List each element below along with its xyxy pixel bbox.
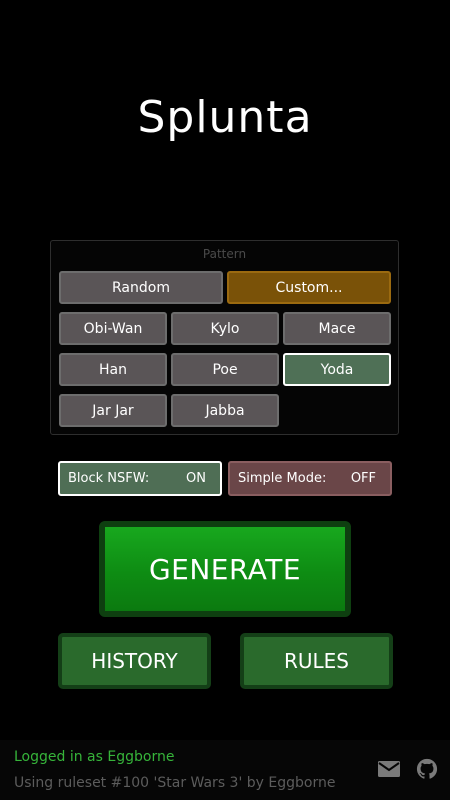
block-nsfw-toggle[interactable]: Block NSFW: ON	[58, 461, 222, 496]
pattern-yoda-button[interactable]: Yoda	[283, 353, 391, 386]
pattern-panel: Pattern Random Custom... Obi-Wan Kylo Ma…	[50, 240, 399, 435]
pattern-obi-wan-button[interactable]: Obi-Wan	[59, 312, 167, 345]
simple-mode-toggle[interactable]: Simple Mode: OFF	[228, 461, 392, 496]
pattern-random-button[interactable]: Random	[59, 271, 223, 304]
pattern-jabba-button[interactable]: Jabba	[171, 394, 279, 427]
footer: Logged in as Eggborne Using ruleset #100…	[0, 740, 450, 800]
github-icon[interactable]	[415, 758, 439, 780]
mail-icon[interactable]	[377, 758, 401, 780]
block-nsfw-value: ON	[186, 471, 206, 486]
generate-button[interactable]: GENERATE	[99, 521, 351, 617]
pattern-mace-button[interactable]: Mace	[283, 312, 391, 345]
pattern-kylo-button[interactable]: Kylo	[171, 312, 279, 345]
pattern-custom-button[interactable]: Custom...	[227, 271, 391, 304]
login-status: Logged in as Eggborne	[14, 749, 175, 765]
rules-button[interactable]: RULES	[240, 633, 393, 689]
simple-mode-label: Simple Mode:	[238, 471, 327, 486]
pattern-poe-button[interactable]: Poe	[171, 353, 279, 386]
block-nsfw-label: Block NSFW:	[68, 471, 150, 486]
pattern-label: Pattern	[202, 247, 247, 261]
app-screen: Splunta Pattern Random Custom... Obi-Wan…	[0, 0, 450, 800]
simple-mode-value: OFF	[350, 471, 376, 486]
history-button[interactable]: HISTORY	[58, 633, 211, 689]
pattern-han-button[interactable]: Han	[59, 353, 167, 386]
app-title: Splunta	[137, 92, 313, 143]
pattern-jar-jar-button[interactable]: Jar Jar	[59, 394, 167, 427]
ruleset-info: Using ruleset #100 'Star Wars 3' by Eggb…	[14, 775, 336, 791]
